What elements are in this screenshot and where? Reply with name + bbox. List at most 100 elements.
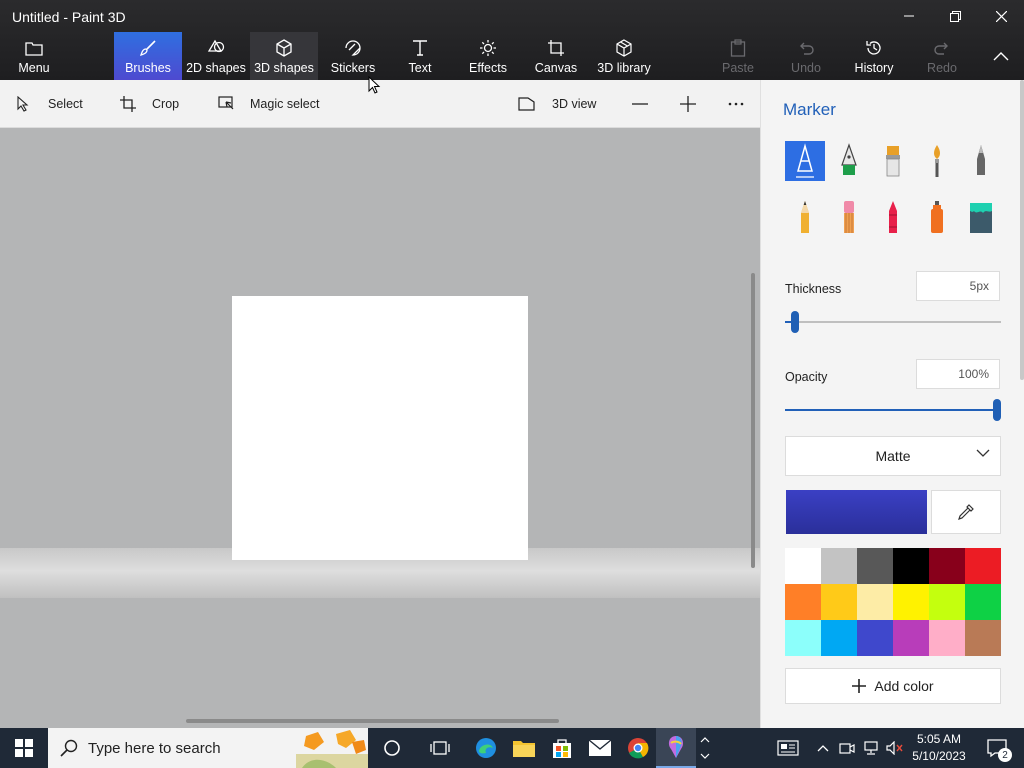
task-view-button[interactable] bbox=[420, 728, 460, 768]
horizontal-scrollbar[interactable] bbox=[186, 719, 559, 723]
palette-swatch[interactable] bbox=[857, 548, 893, 584]
notifications-button[interactable]: 2 bbox=[978, 728, 1018, 768]
volume-button[interactable] bbox=[884, 728, 906, 768]
opacity-slider[interactable] bbox=[785, 399, 1001, 421]
palette-swatch[interactable] bbox=[857, 584, 893, 620]
pixel-pen-brush[interactable] bbox=[961, 141, 1001, 181]
restore-button[interactable] bbox=[932, 0, 978, 32]
edge-app[interactable] bbox=[466, 728, 506, 768]
taskbar-search-box[interactable]: Type here to search bbox=[48, 728, 368, 768]
material-dropdown[interactable]: Matte bbox=[785, 436, 1001, 476]
palette-swatch[interactable] bbox=[929, 620, 965, 656]
add-color-button[interactable]: Add color bbox=[785, 668, 1001, 704]
redo-button[interactable]: Redo bbox=[920, 32, 964, 80]
panel-scrollbar[interactable] bbox=[1020, 80, 1024, 380]
mail-app[interactable] bbox=[580, 728, 620, 768]
drawing-canvas[interactable] bbox=[232, 296, 528, 560]
paint-3d-app[interactable] bbox=[656, 728, 696, 768]
vertical-scrollbar[interactable] bbox=[751, 273, 755, 568]
news-widget-button[interactable] bbox=[768, 728, 808, 768]
tab-3d-library[interactable]: 3D library bbox=[592, 32, 656, 80]
magic-select-icon bbox=[218, 96, 234, 110]
cortana-button[interactable] bbox=[372, 728, 412, 768]
network-icon bbox=[864, 741, 878, 755]
close-icon bbox=[995, 10, 1007, 22]
file-explorer-app[interactable] bbox=[504, 728, 544, 768]
edge-icon bbox=[476, 738, 496, 758]
eraser-brush[interactable] bbox=[829, 197, 869, 237]
thickness-input[interactable]: 5px bbox=[916, 271, 1000, 301]
minimize-button[interactable] bbox=[886, 0, 932, 32]
chrome-app[interactable] bbox=[618, 728, 658, 768]
oil-brush-icon bbox=[886, 146, 900, 177]
meet-now-button[interactable] bbox=[836, 728, 858, 768]
palette-swatch[interactable] bbox=[893, 620, 929, 656]
zoom-in-button[interactable] bbox=[680, 80, 696, 128]
thickness-thumb[interactable] bbox=[791, 311, 799, 333]
eyedropper-icon bbox=[958, 504, 974, 520]
shapes-2d-icon bbox=[206, 38, 226, 58]
undo-button[interactable]: Undo bbox=[784, 32, 828, 80]
fill-bucket-brush[interactable] bbox=[961, 197, 1001, 237]
palette-swatch[interactable] bbox=[965, 548, 1001, 584]
palette-swatch[interactable] bbox=[929, 548, 965, 584]
crayon-brush[interactable] bbox=[873, 197, 913, 237]
window-title: Untitled - Paint 3D bbox=[12, 9, 126, 25]
palette-swatch[interactable] bbox=[965, 584, 1001, 620]
magic-select-button[interactable]: Magic select bbox=[218, 80, 319, 128]
palette-swatch[interactable] bbox=[893, 548, 929, 584]
palette-swatch[interactable] bbox=[893, 584, 929, 620]
palette-swatch[interactable] bbox=[821, 584, 857, 620]
tab-stickers[interactable]: Stickers bbox=[324, 32, 382, 80]
close-button[interactable] bbox=[978, 0, 1024, 32]
network-button[interactable] bbox=[860, 728, 882, 768]
taskbar-overflow-scroll[interactable] bbox=[696, 728, 714, 768]
palette-swatch[interactable] bbox=[929, 584, 965, 620]
crop-button[interactable]: Crop bbox=[120, 80, 179, 128]
opacity-input[interactable]: 100% bbox=[916, 359, 1000, 389]
zoom-out-button[interactable] bbox=[632, 80, 648, 128]
calligraphy-pen-brush[interactable] bbox=[829, 141, 869, 181]
palette-swatch[interactable] bbox=[821, 548, 857, 584]
taskbar-clock[interactable]: 5:05 AM 5/10/2023 bbox=[906, 731, 972, 765]
magic-select-label: Magic select bbox=[250, 97, 320, 111]
opacity-thumb[interactable] bbox=[993, 399, 1001, 421]
tab-brushes[interactable]: Brushes bbox=[114, 32, 182, 80]
palette-swatch[interactable] bbox=[785, 584, 821, 620]
tab-2d-shapes[interactable]: 2D shapes bbox=[184, 32, 248, 80]
tab-3d-shapes[interactable]: 3D shapes bbox=[250, 32, 318, 80]
tab-canvas[interactable]: Canvas bbox=[532, 32, 580, 80]
eyedropper-button[interactable] bbox=[931, 490, 1001, 534]
spray-can-brush[interactable] bbox=[917, 197, 957, 237]
paste-button[interactable]: Paste bbox=[716, 32, 760, 80]
palette-swatch[interactable] bbox=[785, 620, 821, 656]
palette-swatch[interactable] bbox=[857, 620, 893, 656]
tab-effects[interactable]: Effects bbox=[464, 32, 512, 80]
palette-swatch[interactable] bbox=[821, 620, 857, 656]
palette-swatch[interactable] bbox=[965, 620, 1001, 656]
spray-can-icon bbox=[931, 201, 943, 233]
tab-canvas-label: Canvas bbox=[534, 61, 578, 75]
select-button[interactable]: Select bbox=[16, 80, 83, 128]
tab-stickers-label: Stickers bbox=[330, 61, 376, 75]
marker-brush[interactable] bbox=[785, 141, 825, 181]
tab-text-label: Text bbox=[408, 61, 432, 75]
undo-icon bbox=[797, 38, 815, 58]
workspace[interactable] bbox=[0, 128, 760, 728]
thickness-slider[interactable] bbox=[785, 311, 1001, 333]
history-button[interactable]: History bbox=[848, 32, 900, 80]
tab-text[interactable]: Text bbox=[394, 32, 446, 80]
store-app[interactable] bbox=[542, 728, 582, 768]
start-button[interactable] bbox=[4, 728, 44, 768]
current-color-swatch[interactable] bbox=[786, 490, 927, 534]
menu-button[interactable]: Menu bbox=[8, 32, 60, 80]
3d-view-button[interactable]: 3D view bbox=[518, 80, 596, 128]
more-options-button[interactable] bbox=[728, 80, 744, 128]
collapse-toolbar-button[interactable] bbox=[978, 34, 1024, 78]
palette-swatch[interactable] bbox=[785, 548, 821, 584]
watercolor-brush-icon bbox=[934, 145, 940, 177]
oil-brush[interactable] bbox=[873, 141, 913, 181]
pencil-brush[interactable] bbox=[785, 197, 825, 237]
watercolor-brush[interactable] bbox=[917, 141, 957, 181]
show-hidden-icons-button[interactable] bbox=[812, 728, 834, 768]
